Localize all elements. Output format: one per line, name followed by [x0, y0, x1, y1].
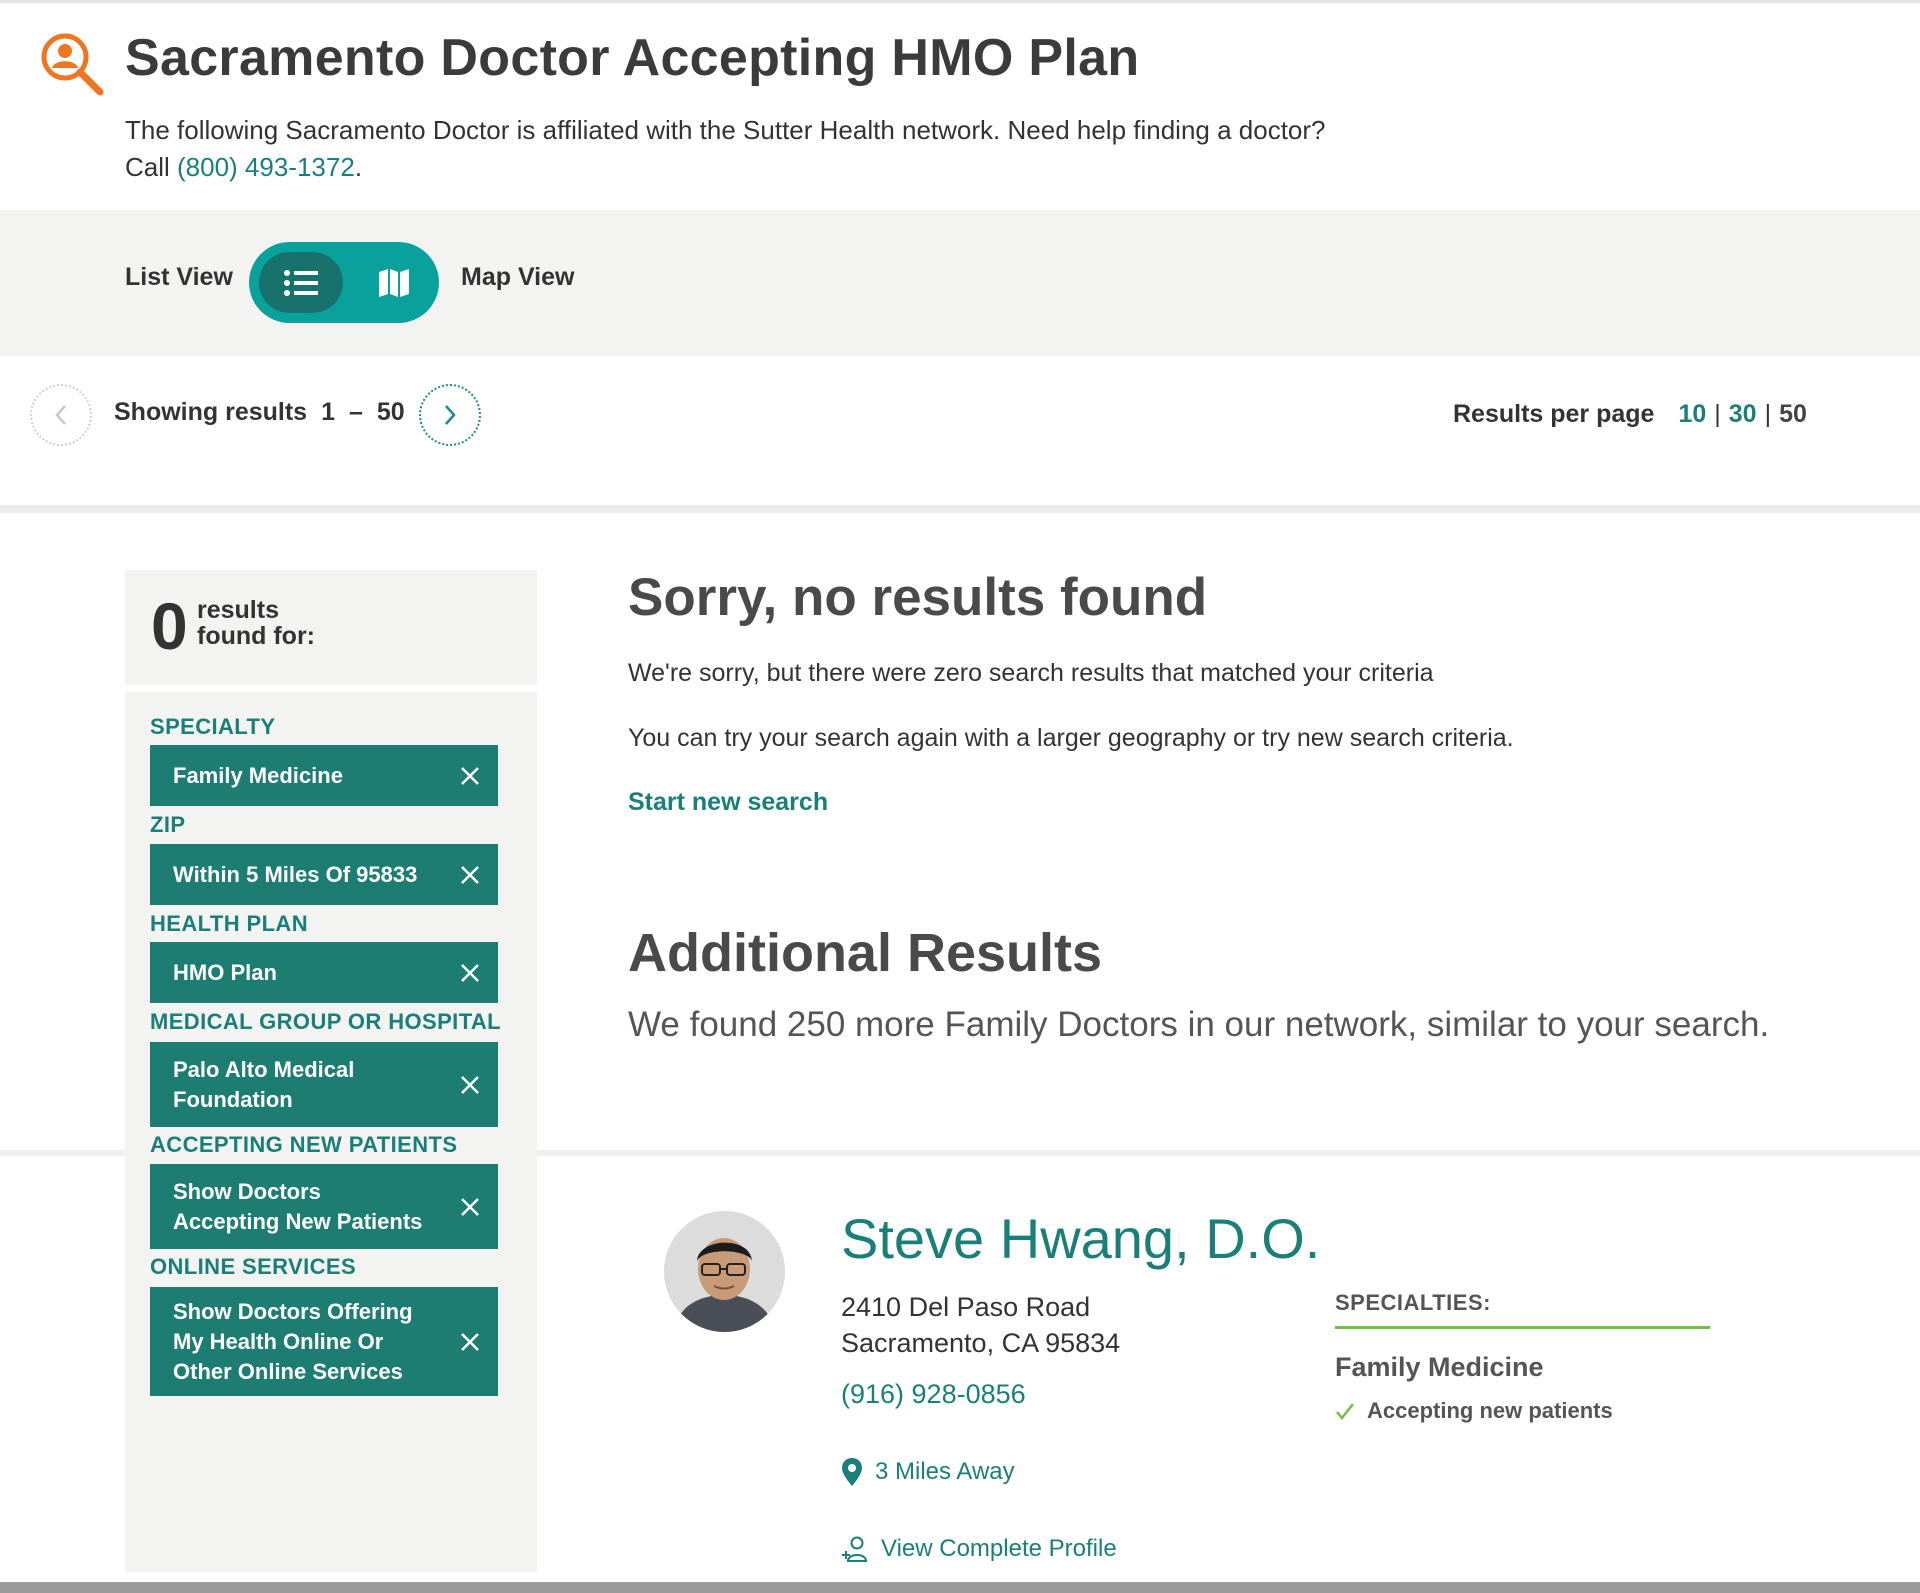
close-icon[interactable]: [458, 1330, 482, 1354]
count-line-1: results: [197, 596, 279, 624]
doctor-phone-link[interactable]: (916) 928-0856: [841, 1379, 1026, 1410]
map-view-button[interactable]: [359, 252, 429, 313]
close-icon[interactable]: [458, 1195, 482, 1219]
list-icon: [284, 269, 318, 296]
doctor-address-line-1: 2410 Del Paso Road: [841, 1292, 1091, 1322]
per-page-separator: |: [1764, 400, 1772, 428]
view-profile-text: View Complete Profile: [881, 1535, 1117, 1562]
call-suffix: .: [354, 152, 363, 182]
filter-chip-value: Family Medicine: [173, 762, 343, 788]
per-page-separator: |: [1714, 400, 1721, 428]
start-new-search-link[interactable]: Start new search: [628, 788, 828, 817]
range-end: 50: [376, 398, 405, 426]
map-icon: [379, 268, 409, 297]
no-results-title: Sorry, no results found: [628, 568, 1208, 627]
accepting-text: Accepting new patients: [1367, 1398, 1613, 1423]
results-count-box: 0 results found for:: [125, 570, 537, 685]
accepting-new-patients-status: Accepting new patients: [1335, 1398, 1613, 1424]
per-page-option-30[interactable]: 30: [1729, 400, 1757, 428]
doctor-photo[interactable]: [664, 1211, 785, 1332]
next-page-button[interactable]: [419, 384, 481, 446]
filter-chip-value: Show Doctors Accepting New Patients: [173, 1178, 423, 1234]
intro-text: The following Sacramento Doctor is affil…: [125, 112, 1525, 186]
specialties-divider: [1335, 1326, 1710, 1329]
results-count-label: results found for:: [197, 597, 315, 649]
intro-sentence: The following Sacramento Doctor is affil…: [125, 115, 1326, 145]
filter-chip-health-plan[interactable]: HMO Plan: [150, 942, 498, 1003]
list-view-label: List View: [125, 263, 233, 291]
filter-label-specialty: SPECIALTY: [150, 714, 276, 739]
doctor-name-link[interactable]: Steve Hwang, D.O.: [841, 1206, 1320, 1271]
view-toggle[interactable]: [249, 242, 439, 323]
per-page-option-50: 50: [1779, 400, 1807, 428]
filter-label-health-plan: HEALTH PLAN: [150, 911, 308, 936]
filter-chip-accepting-new-patients[interactable]: Show Doctors Accepting New Patients: [150, 1164, 498, 1249]
filter-chip-value: Show Doctors Offering My Health Online O…: [173, 1298, 413, 1384]
filter-chip-online-services[interactable]: Show Doctors Offering My Health Online O…: [150, 1287, 498, 1396]
results-range: Showing results 1–50: [114, 398, 405, 427]
per-page-label: Results per page: [1453, 400, 1655, 428]
filter-chip-zip[interactable]: Within 5 Miles Of 95833: [150, 844, 498, 905]
search-person-icon: [41, 33, 104, 96]
distance-text: 3 Miles Away: [875, 1458, 1015, 1485]
filter-label-medical-group: MEDICAL GROUP OR HOSPITAL: [150, 1009, 502, 1034]
close-icon[interactable]: [458, 764, 482, 788]
filter-label-zip: ZIP: [150, 812, 186, 837]
filter-label-accepting-new-patients: ACCEPTING NEW PATIENTS: [150, 1132, 458, 1157]
chevron-right-icon: [445, 405, 456, 425]
section-divider: [0, 505, 1920, 513]
range-dash: –: [349, 398, 363, 426]
doctor-distance[interactable]: 3 Miles Away: [841, 1457, 1015, 1487]
filter-chip-value: Within 5 Miles Of 95833: [173, 861, 418, 887]
checkmark-icon: [1336, 1403, 1354, 1420]
doctor-portrait: [664, 1211, 785, 1332]
range-start: 1: [321, 398, 335, 426]
filter-chip-specialty[interactable]: Family Medicine: [150, 745, 498, 806]
showing-label: Showing results: [114, 398, 308, 426]
previous-page-button[interactable]: [30, 384, 92, 446]
results-count: 0: [151, 589, 188, 663]
map-view-label: Map View: [461, 263, 575, 291]
additional-results-title: Additional Results: [628, 923, 1103, 983]
call-prefix: Call: [125, 152, 178, 182]
no-results-message: We're sorry, but there were zero search …: [628, 659, 1434, 687]
list-view-button[interactable]: [259, 252, 343, 313]
per-page-option-10[interactable]: 10: [1678, 400, 1706, 428]
help-phone-link[interactable]: (800) 493-1372: [177, 152, 355, 182]
count-line-2: found for:: [197, 622, 316, 650]
page-header: Sacramento Doctor Accepting HMO Plan The…: [0, 0, 1920, 210]
page-title: Sacramento Doctor Accepting HMO Plan: [125, 29, 1140, 87]
active-filters-panel: SPECIALTY Family Medicine ZIP Within 5 M…: [125, 692, 537, 1572]
doctor-address-line-2: Sacramento, CA 95834: [841, 1328, 1121, 1358]
close-icon[interactable]: [458, 1073, 482, 1097]
chevron-left-icon: [55, 405, 66, 425]
results-per-page: Results per page 10 | 30 | 50: [1453, 400, 1807, 429]
filter-chip-value: Palo Alto Medical Foundation: [173, 1056, 355, 1112]
filter-chip-value: HMO Plan: [173, 959, 277, 985]
no-results-suggestion: You can try your search again with a lar…: [628, 724, 1514, 752]
map-pin-icon: [842, 1458, 862, 1486]
close-icon[interactable]: [458, 961, 482, 985]
close-icon[interactable]: [458, 863, 482, 887]
additional-results-subtitle: We found 250 more Family Doctors in our …: [628, 1005, 1770, 1044]
filter-label-online-services: ONLINE SERVICES: [150, 1254, 357, 1279]
filter-chip-medical-group[interactable]: Palo Alto Medical Foundation: [150, 1042, 498, 1127]
add-person-icon: [842, 1536, 868, 1562]
view-profile-link[interactable]: View Complete Profile: [841, 1535, 1117, 1563]
bottom-edge-bar: [0, 1582, 1920, 1593]
specialty-name: Family Medicine: [1335, 1352, 1544, 1382]
specialties-label: SPECIALTIES:: [1335, 1290, 1491, 1315]
